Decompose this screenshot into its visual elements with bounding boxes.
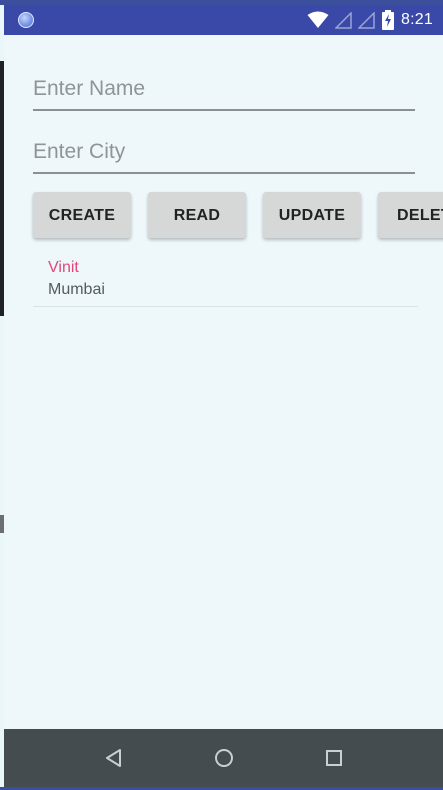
- navigation-bar: [4, 729, 443, 787]
- record-city: Mumbai: [48, 281, 105, 298]
- read-button[interactable]: READ: [148, 192, 246, 238]
- recent-apps-button[interactable]: [319, 743, 349, 773]
- delete-button[interactable]: DELETE: [378, 192, 443, 238]
- list-item[interactable]: Vinit Mumbai: [33, 251, 418, 307]
- status-time: 8:21: [401, 11, 433, 28]
- signal-icon: [335, 11, 352, 29]
- app-content: CREATE READ UPDATE DELETE Vinit Mumbai: [4, 35, 443, 729]
- wifi-icon: [307, 11, 329, 28]
- battery-charging-icon: [382, 10, 395, 30]
- back-icon: [106, 749, 121, 767]
- app-notification-icon: [18, 12, 34, 28]
- home-button[interactable]: [209, 743, 239, 773]
- record-name: Vinit: [48, 259, 79, 276]
- home-icon: [215, 749, 233, 767]
- city-field[interactable]: [33, 132, 415, 174]
- records-list: Vinit Mumbai: [33, 251, 418, 307]
- update-button[interactable]: UPDATE: [263, 192, 361, 238]
- name-input[interactable]: [33, 69, 415, 109]
- recent-apps-icon: [326, 750, 342, 766]
- create-button[interactable]: CREATE: [33, 192, 131, 238]
- back-button[interactable]: [99, 743, 129, 773]
- signal-icon: [358, 11, 375, 29]
- city-input[interactable]: [33, 132, 415, 172]
- name-field[interactable]: [33, 69, 415, 111]
- status-icons: 8:21: [307, 5, 433, 35]
- status-bar: 8:21: [4, 5, 443, 35]
